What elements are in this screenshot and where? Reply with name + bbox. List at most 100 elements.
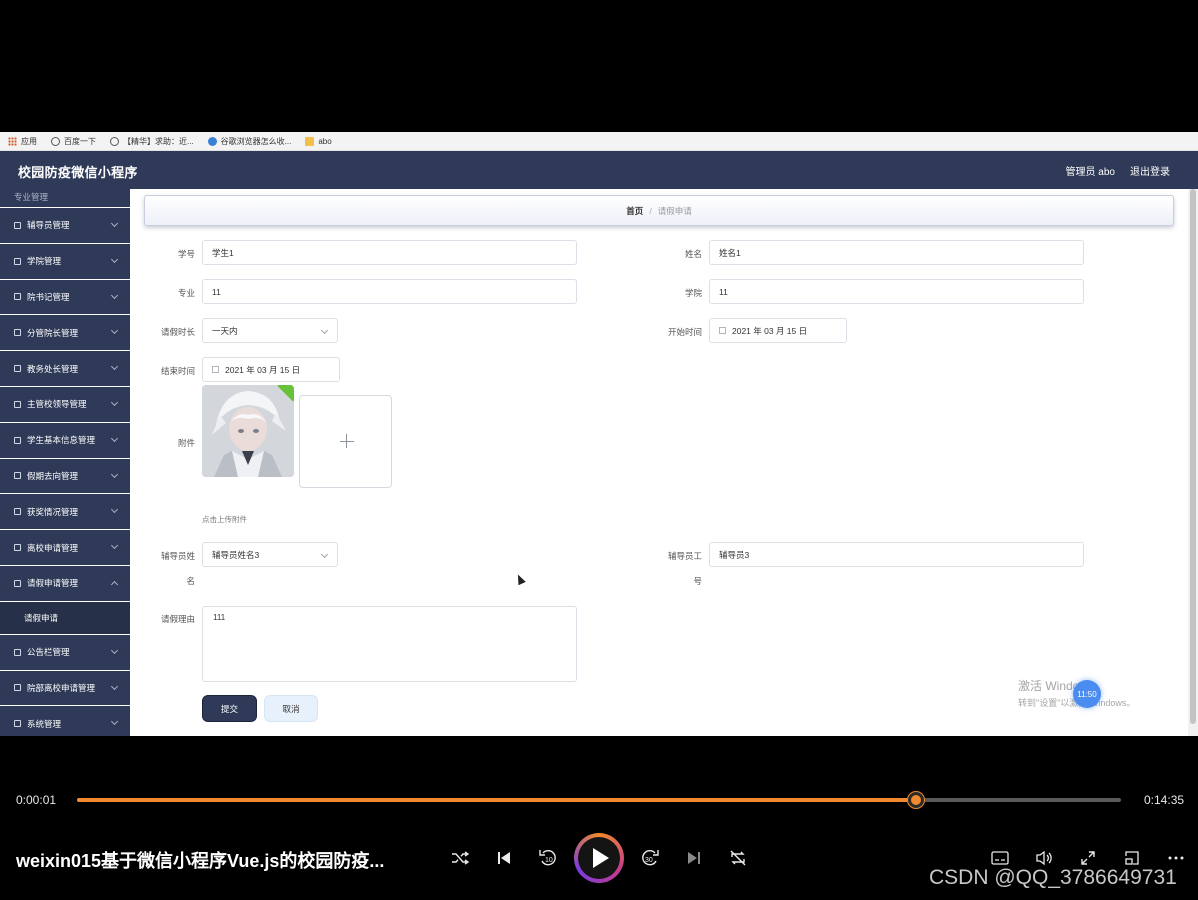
reason-textarea[interactable]: 111 [202, 606, 577, 682]
chat-icon [14, 365, 21, 373]
sidebar-item-dept-leave[interactable]: 院部离校申请管理 [0, 670, 130, 707]
chevron-down-icon [110, 646, 119, 654]
counselor-no-label-wrap: 号 [693, 576, 702, 586]
chevron-down-icon [110, 434, 119, 442]
play-button[interactable] [574, 833, 624, 883]
sidebar-item-label: 教务处长管理 [27, 363, 79, 374]
bookmark-forum[interactable]: 【精华】求助：近... [110, 136, 194, 147]
sidebar-item-bulletin[interactable]: 公告栏管理 [0, 634, 130, 671]
bookmark-label: 【精华】求助：近... [123, 136, 194, 146]
sidebar-item-holiday-destination[interactable]: 假期去向管理 [0, 458, 130, 495]
sidebar-item-leave-request[interactable]: 请假申请管理 [0, 565, 130, 602]
field-value: 2021 年 03 月 15 日 [225, 364, 301, 375]
start-time-label: 开始时间 [667, 327, 702, 337]
globe-icon [110, 136, 119, 146]
notebook-icon [14, 400, 21, 408]
sidebar-item-label: 主管校领导管理 [27, 399, 87, 410]
forward-30-button[interactable]: 30 [638, 846, 662, 870]
page-scrollbar[interactable] [1188, 189, 1198, 736]
video-frame[interactable]: 应用 百度一下 【精华】求助：近... 谷歌浏览器怎么收... abo 校园防疫… [0, 132, 1198, 736]
sidebar-item-label: 学院管理 [27, 256, 62, 267]
grid-icon [14, 579, 21, 587]
name-label: 姓名 [684, 249, 702, 259]
sidebar-item-counselor[interactable]: 辅导员管理 [0, 208, 130, 244]
sidebar-item-label: 学生基本信息管理 [27, 435, 96, 446]
bookmark-baidu[interactable]: 百度一下 [51, 136, 96, 147]
seek-bar[interactable] [77, 792, 1121, 808]
counselor-name-select[interactable]: 辅导员姓名3 [202, 542, 338, 567]
counselor-name-label: 辅导员姓 [160, 551, 195, 561]
logout-link[interactable]: 退出登录 [1130, 163, 1170, 178]
sidebar-item-college[interactable]: 学院管理 [0, 243, 130, 280]
flower-icon [207, 136, 217, 146]
chevron-down-icon [110, 219, 119, 228]
chevron-down-icon [320, 326, 329, 335]
location-icon [14, 720, 21, 728]
sidebar-item-label: 离校申请管理 [27, 542, 79, 553]
cancel-button[interactable]: 取消 [264, 695, 318, 722]
major-label: 专业 [177, 288, 195, 298]
chevron-down-icon [320, 550, 329, 559]
previous-button[interactable] [492, 846, 516, 870]
chevron-down-icon [110, 363, 119, 371]
next-button[interactable] [682, 846, 706, 870]
field-value: 学生1 [212, 247, 234, 258]
sidebar-item-secretary[interactable]: 院书记管理 [0, 279, 130, 316]
sidebar-item-system[interactable]: 系统管理 [0, 706, 130, 736]
breadcrumb-separator: / [649, 205, 652, 216]
bookmark-chrome-tip[interactable]: 谷歌浏览器怎么收... [207, 136, 291, 147]
rewind-10-button[interactable]: 10 [536, 846, 560, 870]
sidebar-subitem-leave-apply[interactable]: 请假申请 [0, 601, 130, 635]
start-date-picker[interactable]: 2021 年 03 月 15 日 [709, 318, 847, 343]
expand-icon [1081, 851, 1095, 865]
sidebar-item-label: 假期去向管理 [27, 470, 79, 481]
apps-grid-icon [8, 136, 17, 146]
sidebar-item-label: 院书记管理 [27, 291, 70, 302]
sidebar-item-vice-dean[interactable]: 分管院长管理 [0, 315, 130, 352]
bookmark-folder-abo[interactable]: abo [305, 136, 332, 146]
chevron-down-icon [110, 255, 119, 263]
globe-icon [51, 136, 60, 146]
field-value: 2021 年 03 月 15 日 [732, 325, 808, 336]
college-field[interactable]: 11 [709, 279, 1084, 304]
sidebar-item-student-info[interactable]: 学生基本信息管理 [0, 422, 130, 459]
scrollbar-thumb[interactable] [1190, 189, 1196, 724]
sidebar: 专业管理 辅导员管理 学院管理 院书记管理 分管院长管理 教务处长管理 主管校领… [0, 189, 130, 736]
sidebar-item-major[interactable]: 专业管理 [0, 189, 130, 208]
upload-button[interactable] [299, 395, 392, 488]
shuffle-button[interactable] [448, 846, 472, 870]
bookmark-apps[interactable]: 应用 [8, 136, 37, 147]
major-field[interactable]: 11 [202, 279, 577, 304]
sidebar-item-academic-director[interactable]: 教务处长管理 [0, 351, 130, 387]
duration-select[interactable]: 一天内 [202, 318, 338, 343]
sidebar-item-school-leader[interactable]: 主管校领导管理 [0, 386, 130, 423]
breadcrumb-home[interactable]: 首页 [626, 205, 643, 217]
counselor-no-label: 辅导员工 [667, 551, 702, 561]
end-date-picker[interactable]: 2021 年 03 月 15 日 [202, 357, 340, 382]
sidebar-item-awards[interactable]: 获奖情况管理 [0, 494, 130, 531]
repeat-off-button[interactable] [726, 846, 750, 870]
counselor-no-field[interactable]: 辅导员3 [709, 542, 1084, 567]
student-id-field[interactable]: 学生1 [202, 240, 577, 265]
attachment-thumbnail[interactable] [202, 385, 294, 477]
chevron-up-icon [110, 580, 119, 589]
sidebar-item-label: 系统管理 [27, 718, 62, 729]
sidebar-item-leave-school[interactable]: 离校申请管理 [0, 530, 130, 566]
clipboard-icon [14, 648, 21, 656]
attachment-hint: 点击上传附件 [202, 515, 247, 524]
bookmark-label: abo [318, 136, 332, 146]
paper-plane-icon [14, 508, 21, 516]
student-id-label: 学号 [177, 249, 195, 259]
chevron-down-icon [110, 398, 119, 407]
calendar-icon [212, 366, 219, 373]
timestamp-badge: 11:50 [1073, 680, 1101, 708]
reason-label: 请假理由 [160, 614, 195, 624]
submit-button[interactable]: 提交 [202, 695, 257, 722]
chevron-down-icon [110, 718, 119, 726]
chevron-down-icon [110, 506, 119, 514]
skip-next-icon [688, 852, 700, 864]
name-field[interactable]: 姓名1 [709, 240, 1084, 265]
field-value: 一天内 [212, 325, 238, 336]
sidebar-item-label: 公告栏管理 [27, 647, 70, 658]
seek-knob[interactable] [908, 792, 925, 808]
